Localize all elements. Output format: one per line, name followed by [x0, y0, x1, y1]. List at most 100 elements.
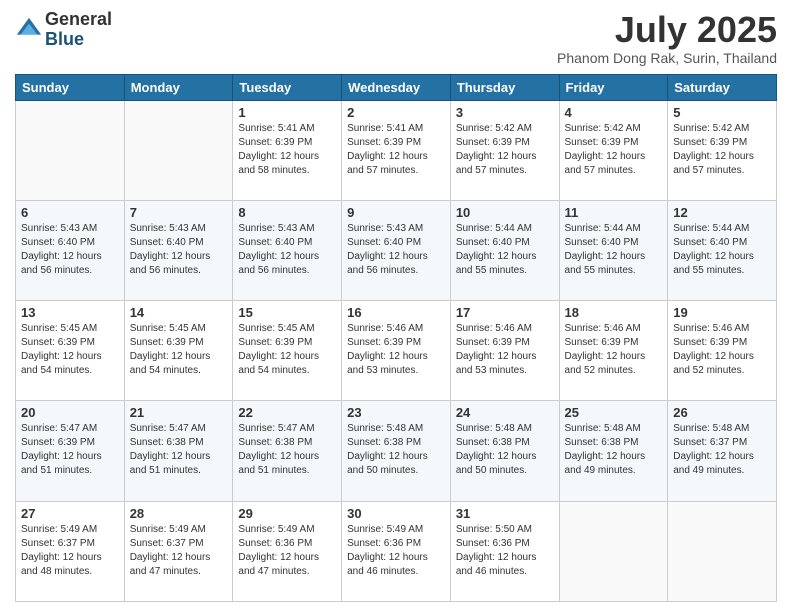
header: General Blue July 2025 Phanom Dong Rak, …: [15, 10, 777, 66]
calendar-cell: 17 Sunrise: 5:46 AM Sunset: 6:39 PM Dayli…: [450, 301, 559, 401]
day-number: 25: [565, 405, 663, 420]
day-number: 29: [238, 506, 336, 521]
calendar-cell: 26 Sunrise: 5:48 AM Sunset: 6:37 PM Dayli…: [668, 401, 777, 501]
logo-icon: [15, 16, 43, 44]
day-info: Sunrise: 5:48 AM Sunset: 6:38 PM Dayligh…: [565, 422, 663, 478]
calendar-cell: 28 Sunrise: 5:49 AM Sunset: 6:37 PM Dayli…: [124, 501, 233, 601]
day-info: Sunrise: 5:44 AM Sunset: 6:40 PM Dayligh…: [456, 222, 554, 278]
day-info: Sunrise: 5:45 AM Sunset: 6:39 PM Dayligh…: [238, 322, 336, 378]
calendar-cell: 21Sunrise: 5:47 AM Sunset: 6:38 PM Dayli…: [124, 401, 233, 501]
calendar-cell: 16Sunrise: 5:46 AM Sunset: 6:39 PM Dayli…: [342, 301, 451, 401]
day-info: Sunrise: 5:46 AM Sunset: 6:39 PM Dayligh…: [673, 322, 771, 378]
calendar-cell: 31Sunrise: 5:50 AM Sunset: 6:36 PM Dayli…: [450, 501, 559, 601]
calendar-cell: 10 Sunrise: 5:44 AM Sunset: 6:40 PM Dayli…: [450, 200, 559, 300]
calendar-week-row: 27 Sunrise: 5:49 AM Sunset: 6:37 PM Dayli…: [16, 501, 777, 601]
title-section: July 2025 Phanom Dong Rak, Surin, Thaila…: [557, 10, 777, 66]
day-number: 27: [21, 506, 119, 521]
day-number: 12: [673, 205, 771, 220]
calendar-cell: 6Sunrise: 5:43 AM Sunset: 6:40 PM Daylig…: [16, 200, 125, 300]
calendar-week-row: 13 Sunrise: 5:45 AM Sunset: 6:39 PM Dayli…: [16, 301, 777, 401]
day-info: Sunrise: 5:50 AM Sunset: 6:36 PM Dayligh…: [456, 523, 554, 579]
calendar-header-thursday: Thursday: [450, 74, 559, 100]
day-number: 10: [456, 205, 554, 220]
day-number: 30: [347, 506, 445, 521]
calendar-cell: [559, 501, 668, 601]
calendar-cell: [16, 100, 125, 200]
day-number: 28: [130, 506, 228, 521]
logo: General Blue: [15, 10, 112, 50]
day-info: Sunrise: 5:44 AM Sunset: 6:40 PM Dayligh…: [673, 222, 771, 278]
day-info: Sunrise: 5:46 AM Sunset: 6:39 PM Dayligh…: [347, 322, 445, 378]
day-info: Sunrise: 5:45 AM Sunset: 6:39 PM Dayligh…: [130, 322, 228, 378]
day-number: 19: [673, 305, 771, 320]
calendar-cell: 24 Sunrise: 5:48 AM Sunset: 6:38 PM Dayli…: [450, 401, 559, 501]
calendar-cell: [668, 501, 777, 601]
day-number: 23: [347, 405, 445, 420]
calendar-cell: 13Sunrise: 5:45 AM Sunset: 6:39 PM Dayli…: [16, 301, 125, 401]
day-number: 4: [565, 105, 663, 120]
day-number: 2: [347, 105, 445, 120]
calendar-cell: 5 Sunrise: 5:42 AM Sunset: 6:39 PM Daylig…: [668, 100, 777, 200]
calendar-cell: 30Sunrise: 5:49 AM Sunset: 6:36 PM Dayli…: [342, 501, 451, 601]
day-number: 5: [673, 105, 771, 120]
day-info: Sunrise: 5:42 AM Sunset: 6:39 PM Dayligh…: [456, 122, 554, 178]
day-number: 17: [456, 305, 554, 320]
calendar-header-monday: Monday: [124, 74, 233, 100]
day-info: Sunrise: 5:47 AM Sunset: 6:39 PM Dayligh…: [21, 422, 119, 478]
day-info: Sunrise: 5:42 AM Sunset: 6:39 PM Dayligh…: [673, 122, 771, 178]
calendar-header-row: SundayMondayTuesdayWednesdayThursdayFrid…: [16, 74, 777, 100]
calendar-cell: 22Sunrise: 5:47 AM Sunset: 6:38 PM Dayli…: [233, 401, 342, 501]
calendar-table: SundayMondayTuesdayWednesdayThursdayFrid…: [15, 74, 777, 602]
day-info: Sunrise: 5:48 AM Sunset: 6:38 PM Dayligh…: [456, 422, 554, 478]
day-number: 15: [238, 305, 336, 320]
day-info: Sunrise: 5:48 AM Sunset: 6:37 PM Dayligh…: [673, 422, 771, 478]
day-number: 8: [238, 205, 336, 220]
calendar-week-row: 6 Sunrise: 5:43 AM Sunset: 6:40 PM Daylig…: [16, 200, 777, 300]
day-number: 9: [347, 205, 445, 220]
calendar-cell: 15 Sunrise: 5:45 AM Sunset: 6:39 PM Dayli…: [233, 301, 342, 401]
day-info: Sunrise: 5:43 AM Sunset: 6:40 PM Dayligh…: [130, 222, 228, 278]
day-info: Sunrise: 5:42 AM Sunset: 6:39 PM Dayligh…: [565, 122, 663, 178]
logo-text: General Blue: [45, 10, 112, 50]
calendar-cell: 3 Sunrise: 5:42 AM Sunset: 6:39 PM Daylig…: [450, 100, 559, 200]
calendar-cell: 19 Sunrise: 5:46 AM Sunset: 6:39 PM Dayli…: [668, 301, 777, 401]
day-number: 14: [130, 305, 228, 320]
day-number: 6: [21, 205, 119, 220]
day-info: Sunrise: 5:49 AM Sunset: 6:36 PM Dayligh…: [238, 523, 336, 579]
day-info: Sunrise: 5:41 AM Sunset: 6:39 PM Dayligh…: [238, 122, 336, 178]
day-info: Sunrise: 5:48 AM Sunset: 6:38 PM Dayligh…: [347, 422, 445, 478]
day-info: Sunrise: 5:41 AM Sunset: 6:39 PM Dayligh…: [347, 122, 445, 178]
day-number: 7: [130, 205, 228, 220]
calendar-cell: 29 Sunrise: 5:49 AM Sunset: 6:36 PM Dayli…: [233, 501, 342, 601]
calendar-header-friday: Friday: [559, 74, 668, 100]
day-number: 1: [238, 105, 336, 120]
calendar-cell: 14 Sunrise: 5:45 AM Sunset: 6:39 PM Dayli…: [124, 301, 233, 401]
day-number: 3: [456, 105, 554, 120]
day-number: 18: [565, 305, 663, 320]
calendar-cell: 8 Sunrise: 5:43 AM Sunset: 6:40 PM Daylig…: [233, 200, 342, 300]
day-number: 26: [673, 405, 771, 420]
logo-general: General: [45, 10, 112, 30]
day-info: Sunrise: 5:46 AM Sunset: 6:39 PM Dayligh…: [456, 322, 554, 378]
day-number: 11: [565, 205, 663, 220]
calendar-cell: 7 Sunrise: 5:43 AM Sunset: 6:40 PM Daylig…: [124, 200, 233, 300]
day-number: 13: [21, 305, 119, 320]
day-info: Sunrise: 5:43 AM Sunset: 6:40 PM Dayligh…: [238, 222, 336, 278]
calendar-header-tuesday: Tuesday: [233, 74, 342, 100]
calendar-cell: 12 Sunrise: 5:44 AM Sunset: 6:40 PM Dayli…: [668, 200, 777, 300]
calendar-header-sunday: Sunday: [16, 74, 125, 100]
day-info: Sunrise: 5:44 AM Sunset: 6:40 PM Dayligh…: [565, 222, 663, 278]
day-number: 20: [21, 405, 119, 420]
day-info: Sunrise: 5:49 AM Sunset: 6:37 PM Dayligh…: [130, 523, 228, 579]
day-number: 24: [456, 405, 554, 420]
subtitle: Phanom Dong Rak, Surin, Thailand: [557, 50, 777, 66]
day-info: Sunrise: 5:47 AM Sunset: 6:38 PM Dayligh…: [130, 422, 228, 478]
calendar-cell: 4 Sunrise: 5:42 AM Sunset: 6:39 PM Daylig…: [559, 100, 668, 200]
calendar-header-wednesday: Wednesday: [342, 74, 451, 100]
day-info: Sunrise: 5:46 AM Sunset: 6:39 PM Dayligh…: [565, 322, 663, 378]
calendar-cell: 2 Sunrise: 5:41 AM Sunset: 6:39 PM Daylig…: [342, 100, 451, 200]
calendar-cell: 11 Sunrise: 5:44 AM Sunset: 6:40 PM Dayli…: [559, 200, 668, 300]
calendar-week-row: 20 Sunrise: 5:47 AM Sunset: 6:39 PM Dayli…: [16, 401, 777, 501]
page: General Blue July 2025 Phanom Dong Rak, …: [0, 0, 792, 612]
day-number: 22: [238, 405, 336, 420]
